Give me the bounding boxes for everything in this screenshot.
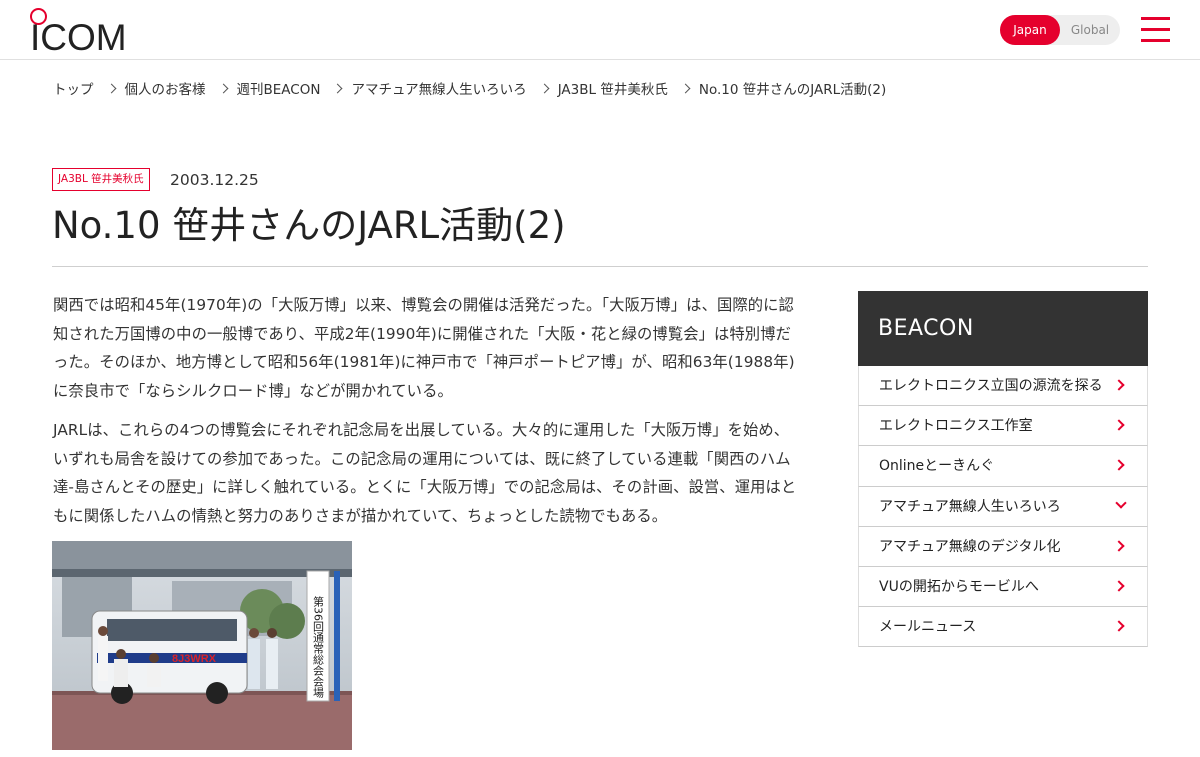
sidebar-item-label: メールニュース — [879, 619, 977, 636]
breadcrumb-series[interactable]: アマチュア無線人生いろいろ — [351, 78, 526, 98]
menu-bar — [1141, 39, 1170, 42]
chevron-right-icon — [680, 83, 691, 93]
breadcrumb-current: No.10 笹井さんのJARL活動(2) — [698, 82, 887, 98]
sidebar-item-electronics-workshop[interactable]: エレクトロニクス工作室 — [858, 406, 1148, 447]
sidebar-item-label: アマチュア無線人生いろいろ — [879, 498, 1061, 515]
breadcrumb-beacon[interactable]: 週刊BEACON — [237, 78, 321, 98]
photo-scene: 8J3WRX 第36回通常総会会場 — [52, 541, 352, 750]
sidebar: BEACON エレクトロニクス立国の源流を探る エレクトロニクス工作室 Onli… — [858, 291, 1148, 648]
category-tag[interactable]: JA3BL 笹井美秋氏 — [52, 168, 150, 191]
page-title: No.10 笹井さんのJARL活動(2) — [52, 204, 566, 247]
van-callsign: 8J3WRX — [172, 653, 217, 665]
banner-text: 第36回通常総会会場 — [312, 595, 325, 699]
article-photo: 8J3WRX 第36回通常総会会場 — [52, 541, 352, 750]
sidebar-item-ham-life[interactable]: アマチュア無線人生いろいろ — [858, 486, 1148, 527]
menu-bar — [1141, 28, 1170, 31]
sidebar-item-ham-digital[interactable]: アマチュア無線のデジタル化 — [858, 526, 1148, 567]
site-header: ICOM Japan Global — [0, 0, 1200, 60]
sidebar-item-label: エレクトロニクス立国の源流を探る — [879, 378, 1103, 394]
sidebar-item-online-talking[interactable]: Onlineとーきんぐ — [858, 446, 1148, 487]
publish-date: 2003.12.25 — [170, 171, 259, 189]
sidebar-heading: BEACON — [858, 291, 1148, 366]
menu-bar — [1141, 17, 1170, 20]
chevron-right-icon — [333, 83, 343, 93]
icom-logo[interactable]: ICOM — [30, 8, 127, 56]
region-japan-button[interactable]: Japan — [1000, 15, 1060, 45]
sidebar-item-label: VUの開拓からモービルへ — [879, 578, 1039, 595]
sidebar-item-vu-mobile[interactable]: VUの開拓からモービルへ — [858, 566, 1148, 608]
sidebar-item-label: アマチュア無線のデジタル化 — [879, 538, 1061, 555]
breadcrumb-author[interactable]: JA3BL 笹井美秋氏 — [558, 78, 668, 98]
chevron-right-icon — [1113, 580, 1125, 592]
article-paragraph: 関西では昭和45年(1970年)の「大阪万博」以来、博覧会の開催は活発だった。「… — [53, 296, 795, 401]
chevron-right-icon — [1113, 379, 1125, 391]
chevron-down-icon — [1115, 496, 1127, 509]
hamburger-menu-icon[interactable] — [1141, 16, 1171, 44]
sidebar-item-label: エレクトロニクス工作室 — [879, 418, 1033, 435]
chevron-right-icon — [1113, 620, 1125, 632]
region-global-button[interactable]: Global — [1060, 15, 1120, 45]
breadcrumb-top[interactable]: トップ — [53, 78, 94, 98]
breadcrumb: トップ 個人のお客様 週刊BEACON アマチュア無線人生いろいろ JA3BL … — [53, 78, 886, 98]
sidebar-item-label: Onlineとーきんぐ — [879, 458, 995, 475]
breadcrumb-personal[interactable]: 個人のお客様 — [125, 78, 206, 98]
sidebar-item-electronics-origin[interactable]: エレクトロニクス立国の源流を探る — [858, 366, 1148, 407]
chevron-right-icon — [539, 83, 550, 93]
chevron-right-icon — [106, 83, 116, 93]
sidebar-item-mail-news[interactable]: メールニュース — [858, 607, 1148, 648]
chevron-right-icon — [1113, 419, 1125, 431]
chevron-right-icon — [1113, 540, 1125, 552]
article-paragraph: JARLは、これらの4つの博覧会にそれぞれ記念局を出展している。大々的に運用した… — [53, 420, 797, 525]
divider — [52, 266, 1148, 267]
chevron-right-icon — [1113, 459, 1125, 472]
chevron-right-icon — [218, 83, 228, 93]
article-body: 関西では昭和45年(1970年)の「大阪万博」以来、博覧会の開催は活発だった。「… — [53, 291, 803, 541]
region-switch: Japan Global — [1000, 15, 1120, 45]
logo-text: ICOM — [30, 17, 127, 58]
